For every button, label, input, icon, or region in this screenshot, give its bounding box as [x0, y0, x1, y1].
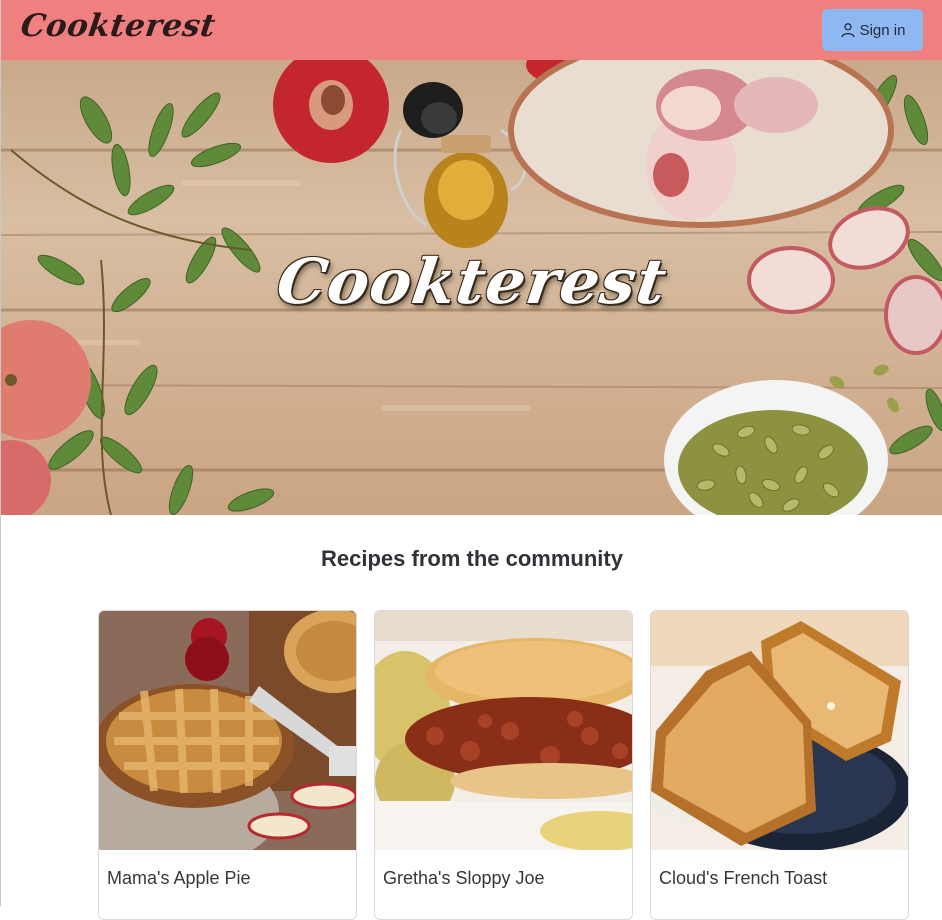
recipe-card-list: Mama's Apple Pie Gretha's Sloppy Joe Clo… [98, 610, 909, 920]
recipe-title[interactable]: Cloud's French Toast [651, 850, 908, 889]
recipe-title[interactable]: Gretha's Sloppy Joe [375, 850, 632, 889]
recipe-image-sloppy-joe [375, 611, 632, 850]
person-icon [841, 23, 855, 38]
recipe-title[interactable]: Mama's Apple Pie [99, 850, 356, 889]
hero-title: Cookterest [272, 245, 672, 318]
navbar: Cookterest Sign in [1, 0, 942, 60]
recipe-card[interactable]: Cloud's French Toast [650, 610, 909, 920]
sign-in-label: Sign in [859, 21, 906, 39]
sign-in-button[interactable]: Sign in [822, 9, 923, 51]
recipe-card[interactable]: Mama's Apple Pie [98, 610, 357, 920]
recipe-image-french-toast [651, 611, 908, 850]
recipe-card[interactable]: Gretha's Sloppy Joe [374, 610, 633, 920]
recipe-image-apple-pie [99, 611, 356, 850]
brand-logo[interactable]: Cookterest [18, 4, 219, 48]
section-heading: Recipes from the community [321, 546, 623, 571]
hero-banner: Cookterest [1, 60, 942, 515]
